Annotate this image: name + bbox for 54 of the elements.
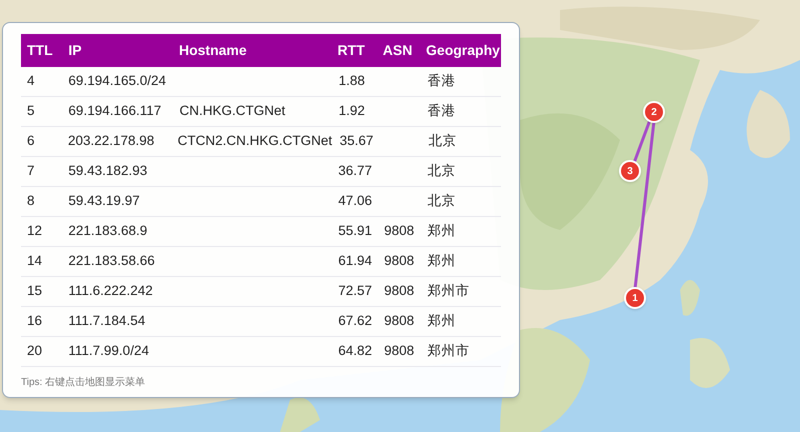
table-cell: 郑州市 bbox=[427, 343, 470, 358]
table-cell: 221.183.68.9 bbox=[68, 223, 148, 238]
table-cell: 59.43.182.93 bbox=[68, 163, 148, 178]
table-cell: 69.194.166.117 bbox=[68, 103, 162, 118]
table-cell: 20 bbox=[27, 343, 42, 358]
table-cell: CN.HKG.CTGNet bbox=[179, 103, 286, 118]
table-cell: 郑州 bbox=[427, 253, 456, 268]
table-cell: 72.57 bbox=[338, 283, 372, 298]
table-cell: 1.92 bbox=[338, 103, 365, 118]
table-cell: 9808 bbox=[384, 283, 414, 298]
table-cell: 8 bbox=[27, 193, 35, 208]
table-cell: 111.7.184.54 bbox=[68, 313, 146, 328]
column-header: ASN bbox=[382, 41, 414, 60]
table-cell: 12 bbox=[27, 223, 42, 238]
column-header: Geography bbox=[425, 41, 501, 60]
table-cell: 16 bbox=[27, 313, 42, 328]
table-cell: 郑州 bbox=[427, 223, 456, 238]
table-cell: 111.7.99.0/24 bbox=[68, 343, 149, 358]
table-cell: 香港 bbox=[427, 73, 456, 88]
table-cell: 47.06 bbox=[338, 193, 372, 208]
tips-text: Tips: 右键点击地图显示菜单 bbox=[21, 376, 146, 390]
table-cell: 5 bbox=[27, 103, 35, 118]
table-cell: 221.183.58.66 bbox=[68, 253, 155, 268]
table-cell: 59.43.19.97 bbox=[68, 193, 140, 208]
table-cell: CTCN2.CN.HKG.CTGNet bbox=[178, 133, 332, 148]
table-cell: 北京 bbox=[427, 163, 456, 178]
table-cell: 4 bbox=[27, 73, 35, 88]
table-cell: 香港 bbox=[427, 103, 456, 118]
table-cell: 9808 bbox=[384, 253, 414, 268]
table-cell: 64.82 bbox=[338, 343, 372, 358]
table-cell: 9808 bbox=[384, 313, 414, 328]
table-cell: 67.62 bbox=[338, 313, 372, 328]
table-cell: 55.91 bbox=[338, 223, 372, 238]
table-cell: 郑州市 bbox=[427, 283, 470, 298]
column-header: Hostname bbox=[178, 41, 248, 60]
table-cell: 北京 bbox=[427, 193, 456, 208]
table-cell: 6 bbox=[27, 133, 35, 148]
table-cell: 69.194.165.0/24 bbox=[68, 73, 166, 88]
table-cell: 7 bbox=[27, 163, 35, 178]
table-cell: 北京 bbox=[428, 133, 456, 148]
table-cell: 1.88 bbox=[338, 73, 365, 88]
table-cell: 111.6.222.242 bbox=[68, 283, 153, 298]
table-cell: 9808 bbox=[384, 343, 414, 358]
table-cell: 15 bbox=[27, 283, 42, 298]
table-cell: 203.22.178.98 bbox=[68, 133, 154, 148]
table-cell: 郑州 bbox=[427, 313, 456, 328]
table-cell: 61.94 bbox=[338, 253, 372, 268]
table-cell: 35.67 bbox=[340, 133, 374, 148]
table-cell: 14 bbox=[27, 253, 42, 268]
column-header: IP bbox=[67, 41, 83, 60]
column-header: TTL bbox=[26, 41, 54, 60]
table-cell: 36.77 bbox=[338, 163, 372, 178]
column-header: RTT bbox=[336, 41, 366, 60]
table-cell: 9808 bbox=[384, 223, 414, 238]
